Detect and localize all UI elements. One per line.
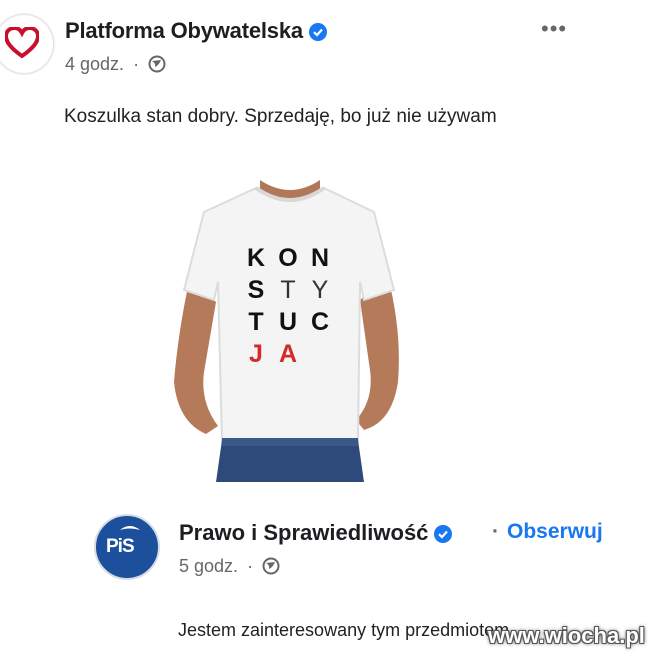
tshirt-photo[interactable]: K O N S T Y T U C J A (160, 172, 420, 482)
page-name[interactable]: Prawo i Sprawiedliwość (179, 520, 453, 546)
shirt-letter: N (311, 244, 329, 272)
page-avatar[interactable] (0, 14, 54, 74)
comment-timestamp[interactable]: 5 godz. (179, 556, 238, 576)
globe-icon (148, 55, 166, 73)
verified-badge-icon (434, 525, 453, 544)
comment-text: Jestem zainteresowany tym przedmiotem (178, 620, 510, 640)
shirt-letter: T (280, 276, 295, 304)
page-name-label[interactable]: Prawo i Sprawiedliwość (179, 520, 428, 545)
post-header: Platforma Obywatelska 4 godz. · ••• (0, 0, 670, 90)
shirt-letter: K (247, 244, 265, 272)
follow-label[interactable]: Obserwuj (507, 520, 603, 543)
shirt-letter: T (248, 308, 263, 336)
meta-separator: · (133, 54, 140, 74)
follow-button[interactable]: · Obserwuj (492, 520, 603, 544)
follow-separator: · (492, 520, 499, 543)
comment-meta: 5 godz. · (179, 556, 280, 577)
page-name[interactable]: Platforma Obywatelska (65, 18, 327, 44)
pis-avatar[interactable]: PiS (94, 514, 160, 580)
shirt-letter: S (248, 276, 265, 304)
shirt-letter: Y (312, 276, 329, 304)
shirt-letter: J (249, 340, 263, 368)
shirt-letter: C (311, 308, 329, 336)
eagle-icon (120, 526, 140, 530)
page-name-label[interactable]: Platforma Obywatelska (65, 18, 303, 43)
heart-icon (5, 27, 39, 59)
shirt-letter: O (278, 244, 297, 272)
pis-logo-text: PiS (106, 536, 135, 557)
meta-separator: · (247, 556, 254, 576)
shirt-letter: U (279, 308, 297, 336)
post-timestamp[interactable]: 4 godz. (65, 54, 124, 74)
verified-badge-icon (308, 23, 327, 42)
post-text: Koszulka stan dobry. Sprzedaję, bo już n… (64, 106, 497, 127)
post-meta: 4 godz. · (65, 54, 166, 75)
globe-icon (262, 557, 280, 575)
shirt-letter: A (279, 340, 297, 368)
more-options-button[interactable]: ••• (541, 16, 567, 42)
watermark: www.wiocha.pl (488, 623, 645, 648)
